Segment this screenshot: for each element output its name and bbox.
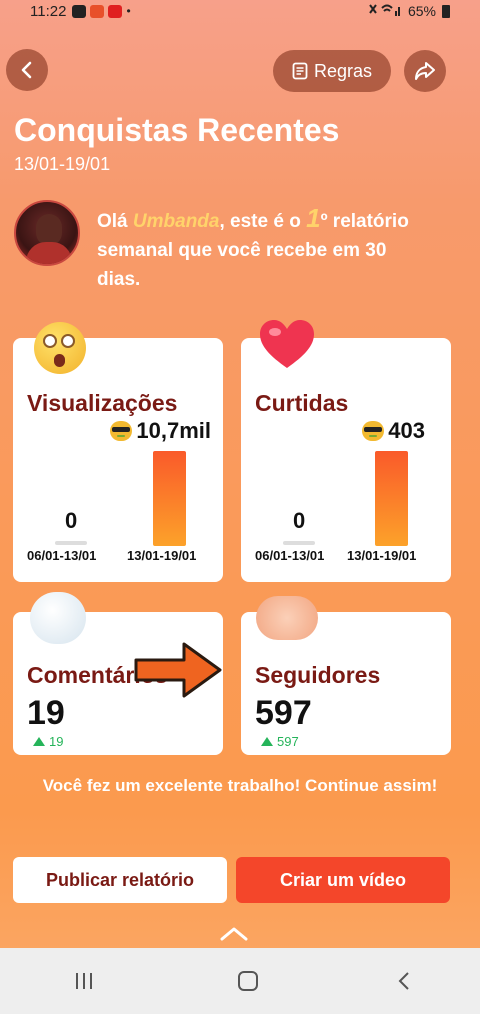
praise-message: Você fez um excelente trabalho! Continue…: [42, 776, 438, 795]
sunglasses-emoji-icon: [362, 421, 385, 441]
likes-current-bar: [375, 451, 408, 546]
share-button[interactable]: [404, 50, 446, 92]
status-time: 11:22: [30, 2, 67, 20]
comments-delta: 19: [33, 734, 63, 749]
speech-bubble-icon: [30, 592, 86, 644]
heart-icon: [260, 320, 314, 368]
likes-previous-value: 0: [293, 508, 306, 533]
notification-icons: •: [72, 4, 131, 18]
more-notifications-icon: •: [126, 4, 131, 18]
views-previous-value: 0: [65, 508, 78, 533]
views-current-value: 10,7mil: [110, 418, 211, 444]
battery-level: 65%: [407, 3, 436, 19]
likes-current-period: 13/01-19/01: [347, 548, 417, 563]
chevron-left-icon: [21, 61, 32, 79]
youtube-icon: [108, 4, 123, 18]
recent-apps-button[interactable]: [69, 973, 99, 989]
battery-icon: [442, 4, 450, 18]
up-arrow-icon: [33, 737, 45, 746]
publish-report-button[interactable]: Publicar relatório: [13, 857, 227, 903]
chevron-up-icon[interactable]: [219, 924, 249, 942]
report-number: 1: [306, 203, 321, 233]
home-button[interactable]: [237, 971, 258, 991]
handshake-icon: [256, 596, 318, 640]
document-icon: [292, 62, 308, 80]
likes-current-value: 403: [362, 418, 425, 444]
rules-button[interactable]: Regras: [273, 50, 391, 92]
greeting-text: Olá Umbanda, este é o 1º relatório seman…: [97, 203, 409, 291]
tiktok-icon: [72, 4, 87, 18]
views-previous-bar: [55, 541, 87, 545]
likes-previous-bar: [283, 541, 315, 545]
avatar: [14, 200, 80, 266]
up-arrow-icon: [261, 737, 273, 746]
likes-card: Curtidas 403 0 06/01-13/01 13/01-19/01: [241, 338, 451, 582]
likes-title: Curtidas: [255, 390, 349, 416]
page-title: Conquistas Recentes: [14, 112, 340, 148]
likes-previous-period: 06/01-13/01: [255, 548, 325, 563]
astonished-face-icon: [34, 322, 86, 374]
arrow-right-icon: [134, 642, 222, 698]
share-icon: [415, 62, 435, 80]
sunglasses-emoji-icon: [110, 421, 133, 441]
rules-label: Regras: [313, 60, 373, 81]
report-date-range: 13/01-19/01: [14, 154, 111, 174]
wifi-icon: [368, 3, 402, 20]
views-current-period: 13/01-19/01: [127, 548, 197, 563]
back-button[interactable]: [6, 49, 48, 91]
views-card: Visualizações 10,7mil 0 06/01-13/01 13/0…: [13, 338, 223, 582]
comments-value: 19: [27, 694, 65, 732]
status-bar: 11:22 • 65%: [0, 0, 480, 22]
followers-value: 597: [255, 694, 312, 732]
followers-title: Seguidores: [255, 662, 381, 688]
username: Umbanda: [132, 211, 220, 232]
create-video-button[interactable]: Criar um vídeo: [236, 857, 450, 903]
views-previous-period: 06/01-13/01: [27, 548, 97, 563]
nav-back-button[interactable]: [397, 971, 411, 991]
followers-delta: 597: [261, 734, 299, 749]
app-notification-icon: [90, 4, 105, 18]
system-navigation-bar: [0, 948, 480, 1014]
views-title: Visualizações: [27, 390, 178, 416]
views-current-bar: [153, 451, 186, 546]
